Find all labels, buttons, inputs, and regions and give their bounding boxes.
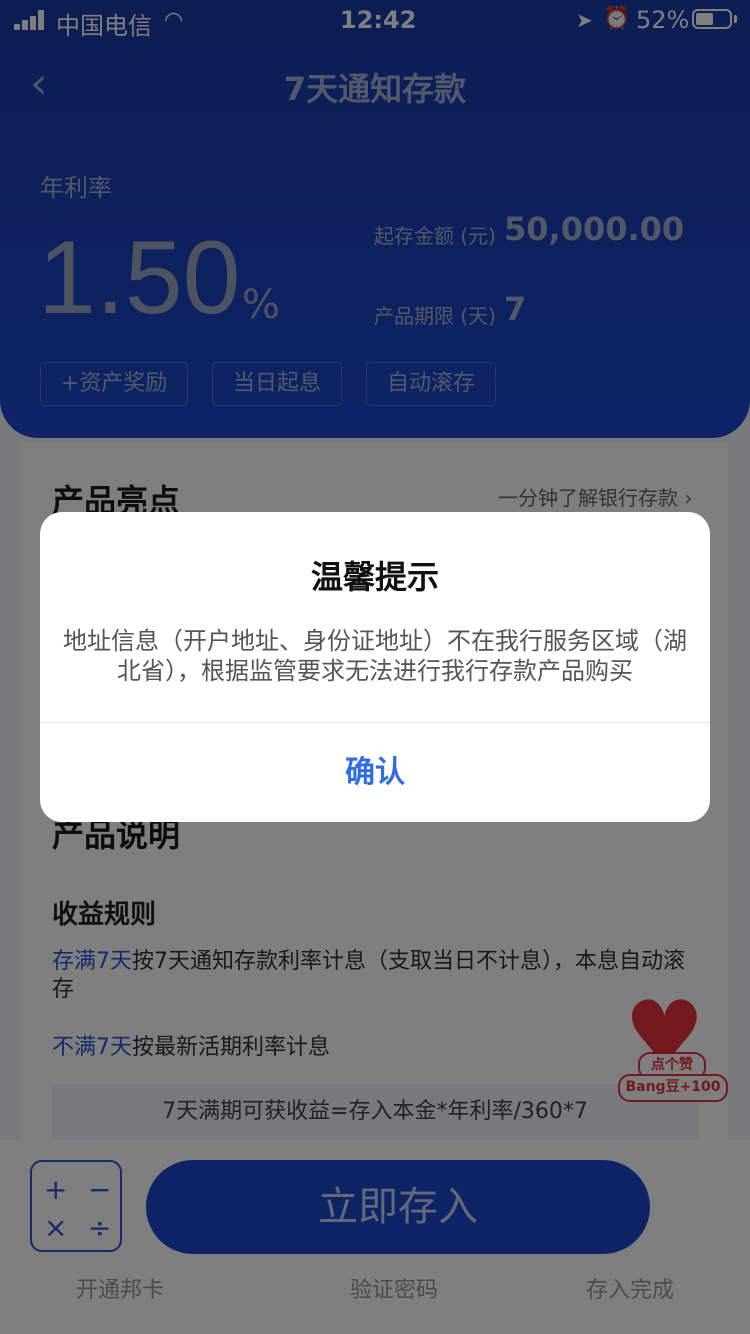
alert-dialog: 温馨提示 地址信息（开户地址、身份证地址）不在我行服务区域（湖北省），根据监管要… (40, 512, 710, 822)
dialog-message: 地址信息（开户地址、身份证地址）不在我行服务区域（湖北省），根据监管要求无法进行… (63, 627, 687, 685)
dialog-title: 温馨提示 (310, 558, 439, 596)
confirm-button[interactable]: 确认 (40, 723, 710, 822)
